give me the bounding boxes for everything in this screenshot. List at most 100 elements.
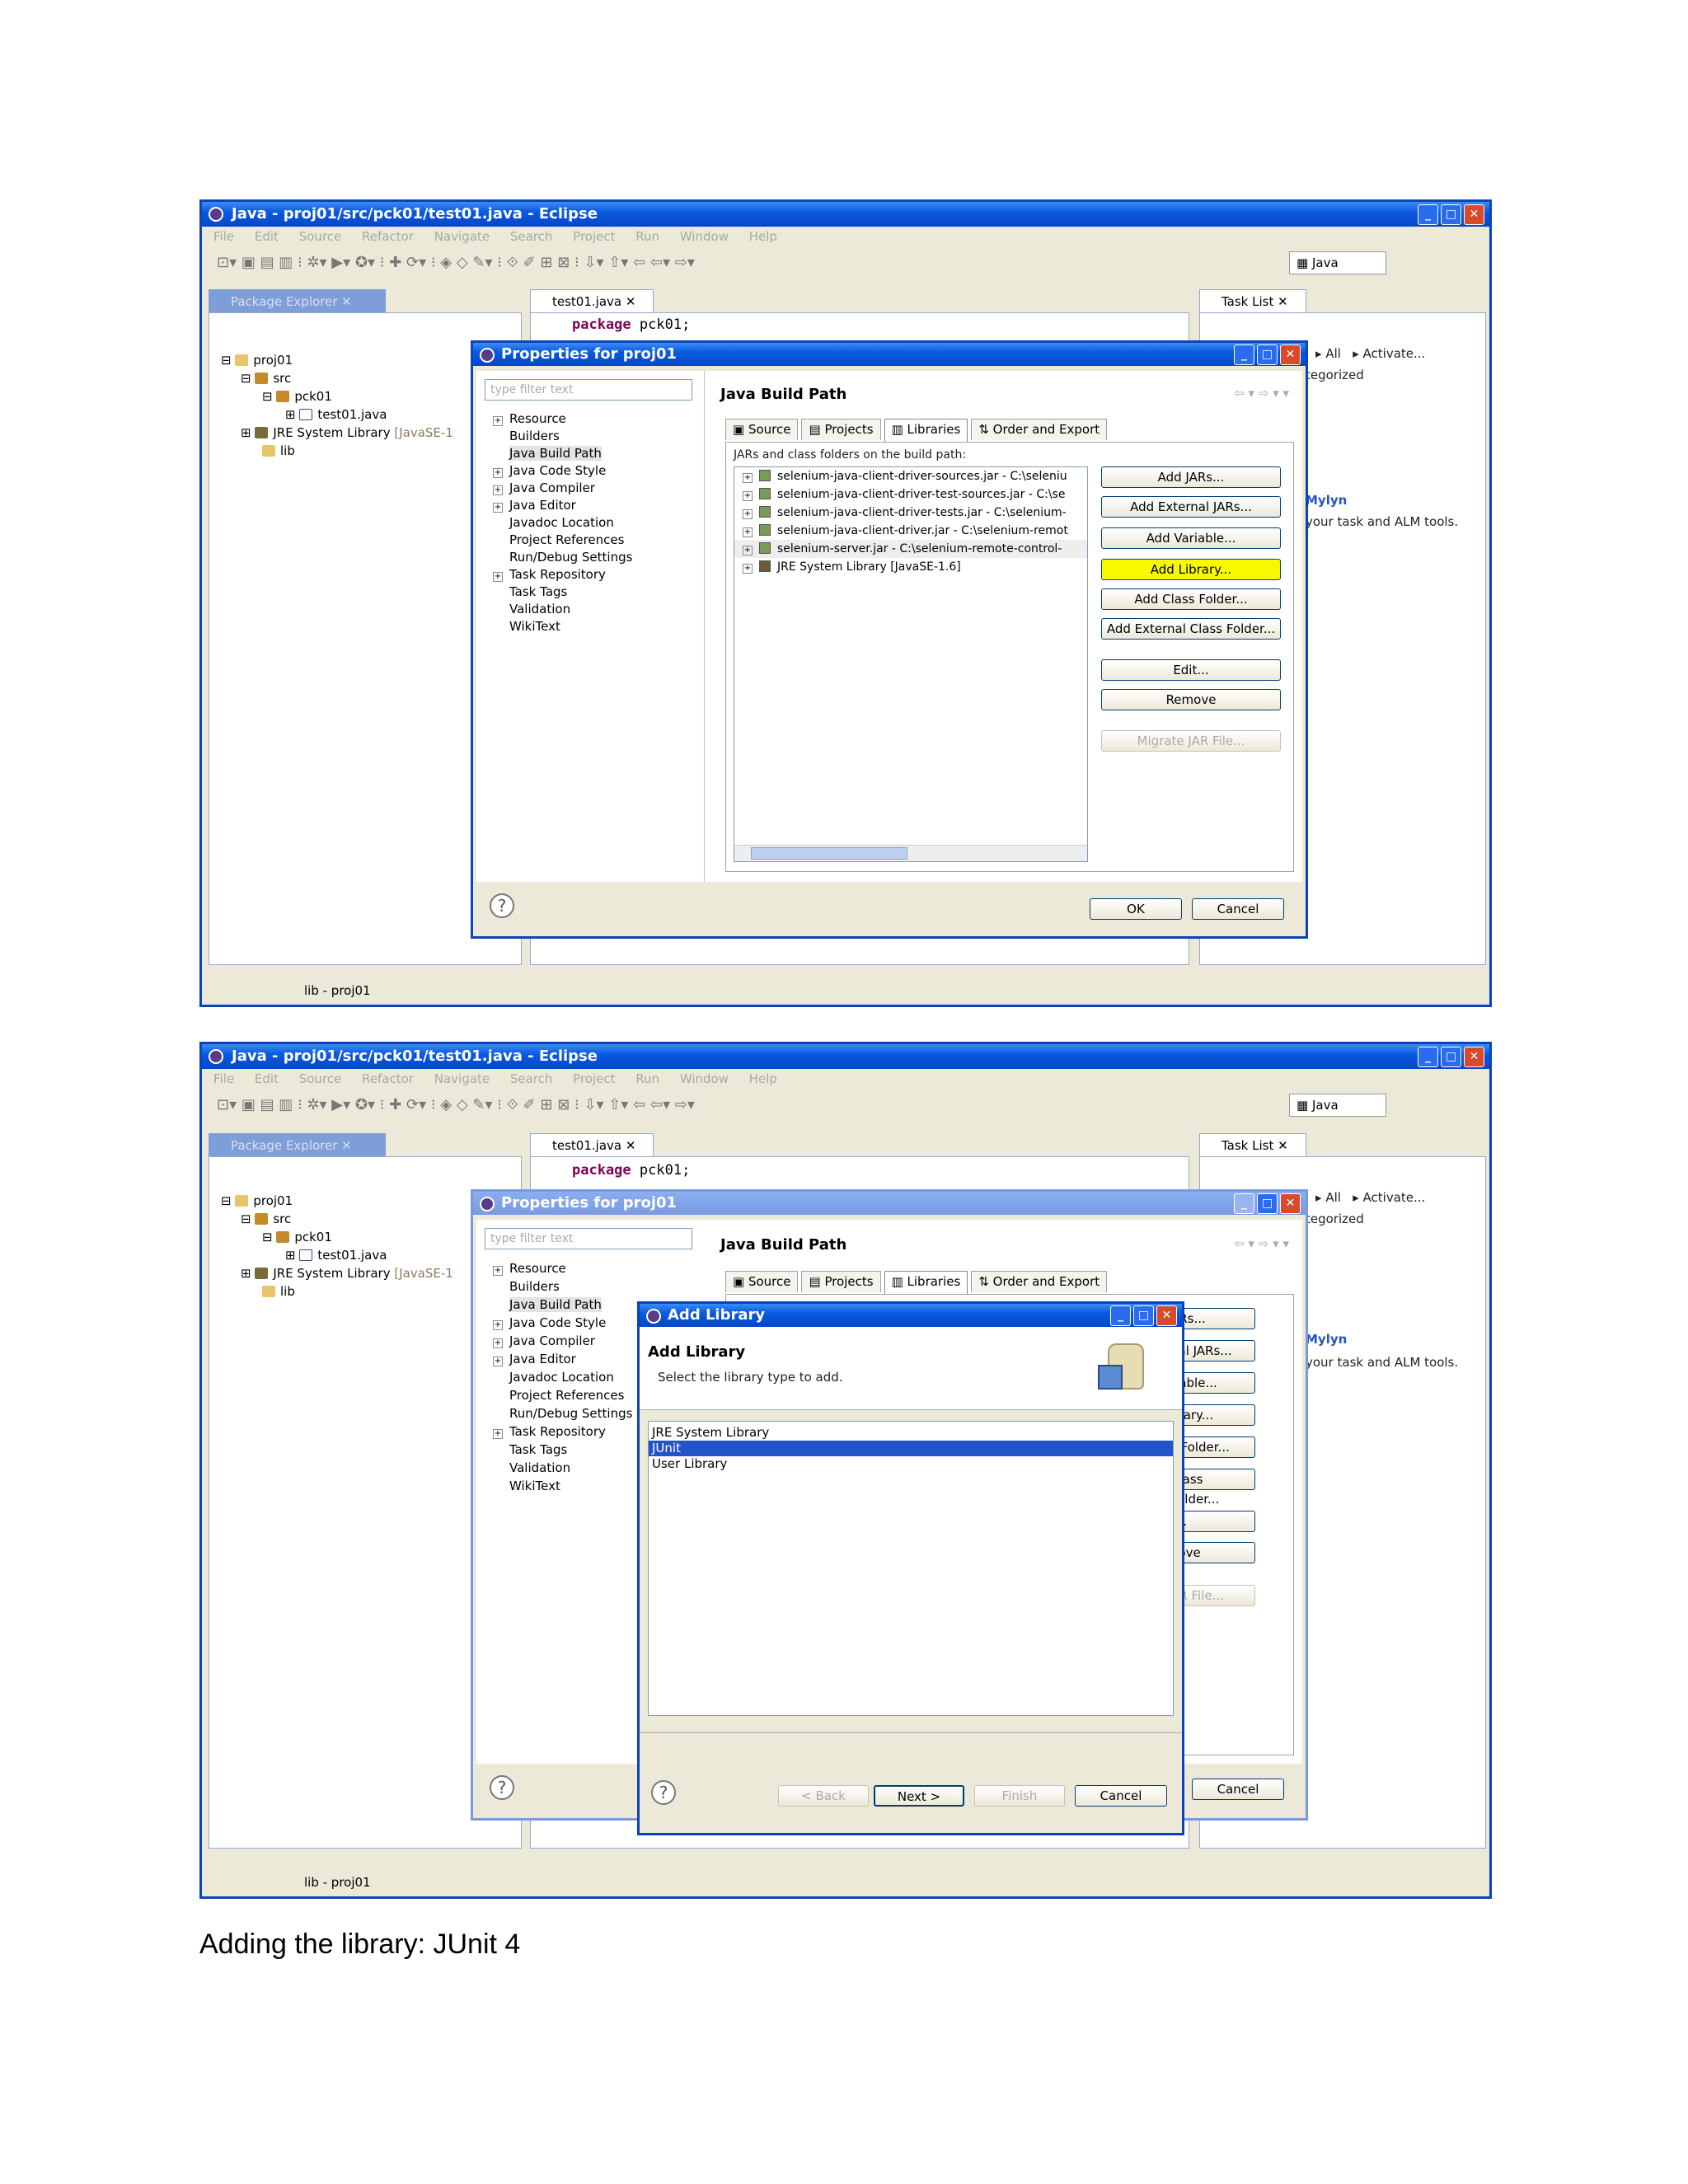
nav-item-task-tags[interactable]: Task Tags: [493, 1441, 632, 1459]
menu-run[interactable]: Run: [635, 1071, 659, 1086]
maximize-button[interactable]: □: [1441, 1047, 1461, 1067]
add-external-jars-button[interactable]: Add External JARs...: [1101, 496, 1281, 518]
menu-file[interactable]: File: [213, 1071, 234, 1086]
nav-item-resource[interactable]: + Resource: [493, 1259, 632, 1277]
close-button[interactable]: ✕: [1280, 1193, 1301, 1214]
remove-button[interactable]: Remove: [1101, 689, 1281, 710]
nav-item-builders[interactable]: Builders: [493, 428, 632, 445]
horizontal-scrollbar[interactable]: [734, 845, 1087, 861]
minimize-button[interactable]: _: [1110, 1305, 1131, 1326]
tree-item-lib[interactable]: lib: [221, 1282, 453, 1301]
editor-tab[interactable]: test01.java ✕: [530, 1133, 654, 1156]
library-type-list[interactable]: JRE System Library JUnit User Library: [648, 1421, 1174, 1716]
back-button[interactable]: < Back: [778, 1785, 869, 1807]
nav-item-task-tags[interactable]: Task Tags: [493, 583, 632, 601]
tab-source[interactable]: ▣ Source: [725, 419, 799, 440]
close-button[interactable]: ✕: [1464, 1047, 1484, 1067]
menu-run[interactable]: Run: [635, 229, 659, 244]
nav-item-validation[interactable]: Validation: [493, 1459, 632, 1477]
tree-item-pck01[interactable]: ⊟ pck01: [221, 387, 453, 405]
migrate-jar-button[interactable]: Migrate JAR File...: [1101, 730, 1281, 752]
tree-item-jre[interactable]: ⊞ JRE System Library [JavaSE-1: [221, 1264, 453, 1282]
help-icon[interactable]: ?: [490, 1775, 514, 1800]
jar-item[interactable]: + selenium-java-client-driver-test-source…: [734, 485, 1087, 504]
minimize-button[interactable]: _: [1418, 1047, 1438, 1067]
menu-search[interactable]: Search: [510, 229, 553, 244]
tree-item-src[interactable]: ⊟ src: [221, 369, 453, 387]
maximize-button[interactable]: □: [1257, 344, 1278, 365]
nav-item-javadoc-location[interactable]: Javadoc Location: [493, 514, 632, 532]
tab-projects[interactable]: ▤ Projects: [801, 419, 881, 440]
tab-libraries[interactable]: ▥ Libraries: [884, 1271, 968, 1294]
tree-item-jre[interactable]: ⊞ JRE System Library [JavaSE-1: [221, 424, 453, 442]
menu-project[interactable]: Project: [573, 1071, 615, 1086]
task-list-tab[interactable]: Task List ✕: [1199, 289, 1306, 312]
edit-button[interactable]: Edit...: [1101, 659, 1281, 681]
toolbar-icons[interactable]: ⊡▾ ▣ ▤ ▥ ⁝ ✲▾ ▶▾ ✪▾ ⁝ ✚ ⟳▾ ⁝ ◈ ◇ ✎▾ ⁝ ⟐ …: [217, 1096, 695, 1113]
jar-item[interactable]: + selenium-java-client-driver.jar - C:\se…: [734, 522, 1087, 540]
nav-item-java-build-path[interactable]: Java Build Path: [493, 445, 632, 462]
close-button[interactable]: ✕: [1464, 204, 1484, 225]
jar-item[interactable]: + selenium-server.jar - C:\selenium-remot…: [734, 540, 1087, 558]
minimize-button[interactable]: _: [1234, 344, 1254, 365]
task-list-tab[interactable]: Task List ✕: [1199, 1133, 1306, 1156]
nav-item-run-debug[interactable]: Run/Debug Settings: [493, 1404, 632, 1422]
nav-item-project-references[interactable]: Project References: [493, 532, 632, 549]
nav-item-builders[interactable]: Builders: [493, 1277, 632, 1296]
nav-item-java-editor[interactable]: + Java Editor: [493, 1350, 632, 1368]
menu-source[interactable]: Source: [299, 1071, 342, 1086]
menu-window[interactable]: Window: [680, 1071, 729, 1086]
menu-navigate[interactable]: Navigate: [434, 229, 490, 244]
filter-input[interactable]: type filter text: [485, 1228, 692, 1249]
nav-item-java-editor[interactable]: + Java Editor: [493, 497, 632, 514]
library-type-user[interactable]: User Library: [649, 1456, 1173, 1472]
nav-item-task-repository[interactable]: + Task Repository: [493, 1422, 632, 1441]
maximize-button[interactable]: □: [1257, 1193, 1278, 1214]
menu-source[interactable]: Source: [299, 229, 342, 244]
toolbar-icons[interactable]: ⊡▾ ▣ ▤ ▥ ⁝ ✲▾ ▶▾ ✪▾ ⁝ ✚ ⟳▾ ⁝ ◈ ◇ ✎▾ ⁝ ⟐ …: [217, 254, 695, 271]
library-type-jre[interactable]: JRE System Library: [649, 1425, 1173, 1441]
history-nav-icons[interactable]: ⇦ ▾ ⇨ ▾ ▾: [1234, 386, 1289, 401]
add-library-button[interactable]: Add Library...: [1101, 559, 1281, 580]
editor-tab[interactable]: test01.java ✕: [530, 289, 654, 312]
jre-library-item[interactable]: + JRE System Library [JavaSE-1.6]: [734, 558, 1087, 576]
nav-item-run-debug[interactable]: Run/Debug Settings: [493, 549, 632, 566]
nav-item-java-compiler[interactable]: + Java Compiler: [493, 480, 632, 497]
java-perspective-button[interactable]: ▦ Java: [1289, 1094, 1386, 1117]
add-external-class-folder-button[interactable]: Add External Class Folder...: [1101, 618, 1281, 640]
add-jars-button[interactable]: Add JARs...: [1101, 466, 1281, 488]
menu-search[interactable]: Search: [510, 1071, 553, 1086]
nav-item-project-references[interactable]: Project References: [493, 1386, 632, 1404]
help-icon[interactable]: ?: [651, 1780, 676, 1805]
nav-item-validation[interactable]: Validation: [493, 601, 632, 618]
next-button[interactable]: Next >: [874, 1785, 964, 1807]
library-type-junit[interactable]: JUnit: [649, 1441, 1173, 1456]
menu-help[interactable]: Help: [749, 229, 777, 244]
tree-item-pck01[interactable]: ⊟ pck01: [221, 1228, 453, 1246]
scroll-thumb[interactable]: [751, 847, 907, 860]
menu-refactor[interactable]: Refactor: [362, 1071, 414, 1086]
add-variable-button[interactable]: Add Variable...: [1101, 527, 1281, 549]
close-button[interactable]: ✕: [1280, 344, 1301, 365]
tree-item-lib[interactable]: lib: [221, 442, 453, 460]
nav-item-java-code-style[interactable]: + Java Code Style: [493, 1314, 632, 1332]
menu-window[interactable]: Window: [680, 229, 729, 244]
tab-source[interactable]: ▣ Source: [725, 1271, 799, 1292]
nav-item-java-build-path[interactable]: Java Build Path: [493, 1296, 632, 1314]
help-icon[interactable]: ?: [490, 893, 514, 918]
menu-edit[interactable]: Edit: [255, 229, 279, 244]
tab-projects[interactable]: ▤ Projects: [801, 1271, 881, 1292]
tree-item-proj01[interactable]: ⊟ proj01: [221, 1192, 453, 1210]
jar-item[interactable]: + selenium-java-client-driver-sources.jar…: [734, 467, 1087, 485]
java-perspective-button[interactable]: ▦ Java: [1289, 251, 1386, 274]
menu-file[interactable]: File: [213, 229, 234, 244]
nav-item-wikitext[interactable]: WikiText: [493, 1477, 632, 1495]
close-button[interactable]: ✕: [1156, 1305, 1177, 1326]
task-filter-bar[interactable]: ▸ All ▸ Activate...: [1315, 1190, 1425, 1205]
minimize-button[interactable]: _: [1418, 204, 1438, 225]
nav-item-task-repository[interactable]: + Task Repository: [493, 566, 632, 583]
tree-item-src[interactable]: ⊟ src: [221, 1210, 453, 1228]
nav-item-resource[interactable]: + Resource: [493, 410, 632, 428]
package-explorer-tab[interactable]: Package Explorer ✕: [209, 1133, 386, 1156]
menu-refactor[interactable]: Refactor: [362, 229, 414, 244]
